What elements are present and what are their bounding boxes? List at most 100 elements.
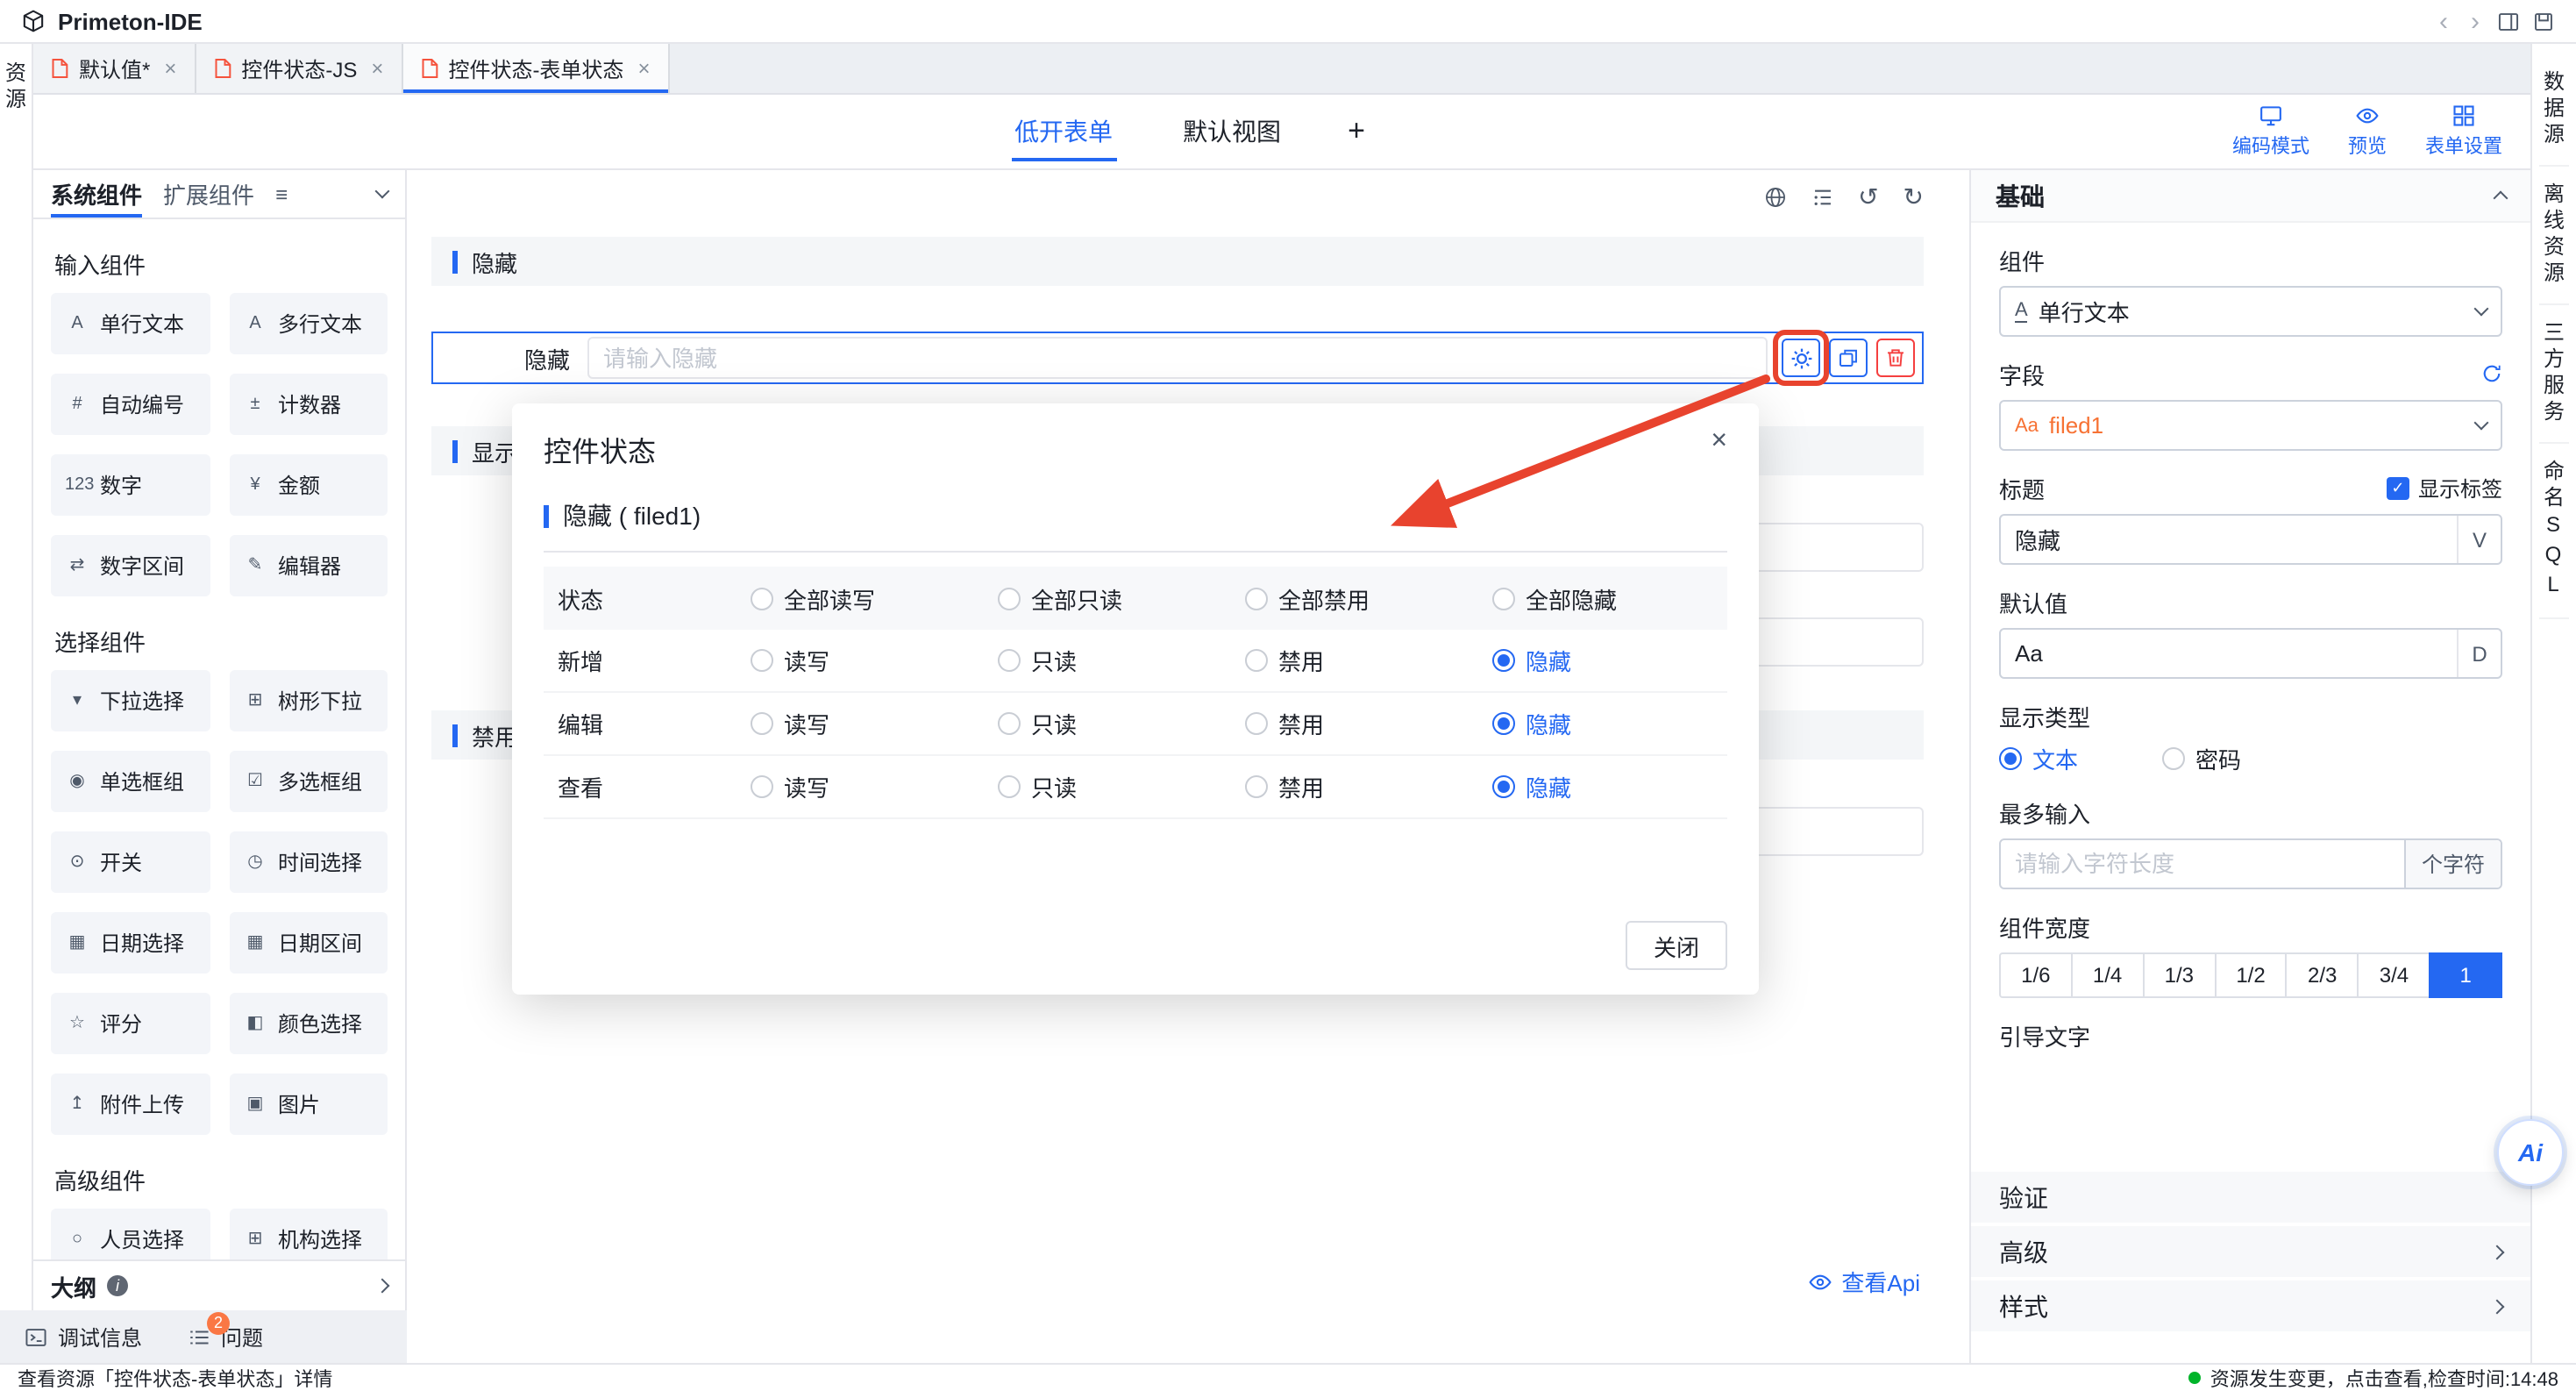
field-delete-button[interactable] bbox=[1876, 339, 1915, 377]
editor-tab[interactable]: 默认值* × bbox=[33, 44, 196, 93]
radio-icon[interactable] bbox=[1999, 747, 2022, 770]
variable-toggle-button[interactable]: V bbox=[2457, 516, 2501, 563]
outline-bar[interactable]: 大纲 i bbox=[33, 1259, 405, 1310]
props-collapsed-section[interactable]: 样式 bbox=[1971, 1280, 2530, 1331]
width-option-button[interactable]: 1/4 bbox=[2071, 952, 2145, 998]
radio-icon[interactable] bbox=[1492, 649, 1515, 672]
radio-icon[interactable] bbox=[1492, 775, 1515, 798]
view-switch-tab[interactable]: 低开表单 bbox=[1011, 93, 1116, 170]
palette-component-item[interactable]: ◷ 时间选择 bbox=[229, 831, 388, 893]
dynamic-toggle-button[interactable]: D bbox=[2457, 630, 2501, 677]
radio-icon[interactable] bbox=[1492, 587, 1515, 610]
view-api-link[interactable]: 查看Api bbox=[1808, 1265, 1920, 1298]
dialog-close-icon[interactable]: × bbox=[1711, 428, 1727, 456]
radio-icon[interactable] bbox=[998, 775, 1021, 798]
palette-component-item[interactable]: ↥ 附件上传 bbox=[51, 1074, 210, 1135]
dialog-close-button[interactable]: 关闭 bbox=[1626, 921, 1727, 970]
radio-icon[interactable] bbox=[998, 587, 1021, 610]
radio-icon[interactable] bbox=[1492, 712, 1515, 735]
width-option-button[interactable]: 3/4 bbox=[2358, 952, 2431, 998]
checkbox-checked-icon[interactable]: ✓ bbox=[2387, 476, 2409, 499]
status-right[interactable]: 资源发生变更，点击查看,检查时间:14:48 bbox=[2189, 1364, 2558, 1391]
field-input[interactable] bbox=[587, 337, 1768, 379]
preview-button[interactable]: 预览 bbox=[2348, 103, 2387, 160]
selected-field-row[interactable]: 隐藏 bbox=[431, 332, 1924, 384]
props-collapsed-section[interactable]: 高级 bbox=[1971, 1226, 2530, 1277]
expand-outline-icon[interactable] bbox=[375, 1279, 390, 1294]
palette-component-item[interactable]: 123 数字 bbox=[51, 454, 210, 516]
palette-component-item[interactable]: ⊞ 机构选择 bbox=[229, 1209, 388, 1259]
state-radio-option[interactable]: 读写 bbox=[751, 644, 998, 677]
state-radio-option[interactable]: 全部隐藏 bbox=[1492, 581, 1713, 615]
editor-tab[interactable]: 控件状态-表单状态 × bbox=[402, 44, 669, 93]
debug-info-button[interactable]: 调试信息 bbox=[25, 1322, 142, 1352]
panel-layout-icon[interactable] bbox=[2497, 10, 2520, 32]
state-radio-option[interactable]: 隐藏 bbox=[1492, 644, 1713, 677]
right-rail-item[interactable]: 三方服务 bbox=[2539, 305, 2569, 444]
close-icon[interactable]: × bbox=[637, 58, 650, 79]
radio-icon[interactable] bbox=[1245, 775, 1268, 798]
palette-component-item[interactable]: ○ 人员选择 bbox=[51, 1209, 210, 1259]
redo-icon[interactable]: ↻ bbox=[1904, 184, 1924, 209]
radio-icon[interactable] bbox=[1245, 649, 1268, 672]
left-rail-item-resources[interactable]: 资源 bbox=[1, 61, 31, 114]
component-select[interactable]: A 单行文本 bbox=[1999, 286, 2502, 337]
problems-button[interactable]: 2 问题 bbox=[188, 1322, 263, 1352]
default-value-input[interactable]: D bbox=[1999, 628, 2502, 679]
max-input-field[interactable]: 个字符 bbox=[1999, 838, 2502, 889]
save-layout-icon[interactable] bbox=[2532, 10, 2555, 32]
palette-tab-extended[interactable]: 扩展组件 bbox=[163, 170, 254, 218]
palette-component-item[interactable]: ◉ 单选框组 bbox=[51, 751, 210, 812]
radio-icon[interactable] bbox=[751, 649, 773, 672]
history-back-icon[interactable]: ‹ bbox=[2434, 8, 2453, 34]
state-radio-option[interactable]: 禁用 bbox=[1245, 707, 1492, 740]
state-radio-option[interactable]: 读写 bbox=[751, 770, 998, 803]
props-section-basic[interactable]: 基础 bbox=[1971, 170, 2530, 223]
right-rail-item[interactable]: 离线资源 bbox=[2539, 167, 2569, 305]
state-radio-option[interactable]: 隐藏 bbox=[1492, 770, 1713, 803]
state-radio-option[interactable]: 禁用 bbox=[1245, 770, 1492, 803]
state-radio-option[interactable]: 全部禁用 bbox=[1245, 581, 1492, 615]
add-view-button[interactable]: + bbox=[1348, 114, 1365, 149]
palette-tab-system[interactable]: 系统组件 bbox=[51, 170, 142, 218]
state-radio-option[interactable]: 全部只读 bbox=[998, 581, 1245, 615]
refresh-icon[interactable] bbox=[2481, 363, 2502, 384]
palette-component-item[interactable]: # 自动编号 bbox=[51, 374, 210, 435]
palette-component-item[interactable]: ☑ 多选框组 bbox=[229, 751, 388, 812]
radio-icon[interactable] bbox=[2162, 747, 2185, 770]
palette-component-item[interactable]: ¥ 金额 bbox=[229, 454, 388, 516]
right-rail-item[interactable]: 命名SQL bbox=[2539, 444, 2569, 619]
state-radio-option[interactable]: 只读 bbox=[998, 707, 1245, 740]
state-radio-option[interactable]: 全部读写 bbox=[751, 581, 998, 615]
palette-component-item[interactable]: ▾ 下拉选择 bbox=[51, 670, 210, 731]
field-select[interactable]: Aa filed1 bbox=[1999, 400, 2502, 451]
width-option-button[interactable]: 1 bbox=[2429, 952, 2502, 998]
show-label-checkbox-row[interactable]: ✓ 显示标签 bbox=[2387, 473, 2502, 503]
close-icon[interactable]: × bbox=[371, 58, 383, 79]
undo-icon[interactable]: ↺ bbox=[1858, 184, 1878, 209]
width-option-button[interactable]: 1/2 bbox=[2214, 952, 2288, 998]
code-mode-button[interactable]: 编码模式 bbox=[2232, 103, 2309, 160]
history-forward-icon[interactable]: › bbox=[2466, 8, 2485, 34]
collapse-palette-icon[interactable] bbox=[375, 184, 390, 199]
props-collapsed-section[interactable]: 验证 bbox=[1971, 1172, 2530, 1223]
field-settings-button[interactable] bbox=[1782, 339, 1820, 377]
radio-icon[interactable] bbox=[751, 775, 773, 798]
palette-component-item[interactable]: A 单行文本 bbox=[51, 293, 210, 354]
locale-globe-icon[interactable] bbox=[1763, 185, 1786, 208]
display-type-radio[interactable]: 文本 bbox=[1999, 742, 2078, 775]
radio-icon[interactable] bbox=[998, 712, 1021, 735]
palette-component-item[interactable]: ☆ 评分 bbox=[51, 993, 210, 1054]
width-option-button[interactable]: 1/3 bbox=[2142, 952, 2216, 998]
title-input[interactable]: V bbox=[1999, 514, 2502, 565]
radio-icon[interactable] bbox=[1245, 712, 1268, 735]
palette-component-item[interactable]: ✎ 编辑器 bbox=[229, 535, 388, 596]
state-radio-option[interactable]: 只读 bbox=[998, 770, 1245, 803]
state-radio-option[interactable]: 隐藏 bbox=[1492, 707, 1713, 740]
close-icon[interactable]: × bbox=[164, 58, 176, 79]
state-radio-option[interactable]: 禁用 bbox=[1245, 644, 1492, 677]
view-switch-tab[interactable]: 默认视图 bbox=[1179, 93, 1284, 170]
chevron-up-icon[interactable] bbox=[2494, 191, 2508, 206]
radio-icon[interactable] bbox=[1245, 587, 1268, 610]
hamburger-menu-icon[interactable]: ≡ bbox=[275, 182, 288, 206]
